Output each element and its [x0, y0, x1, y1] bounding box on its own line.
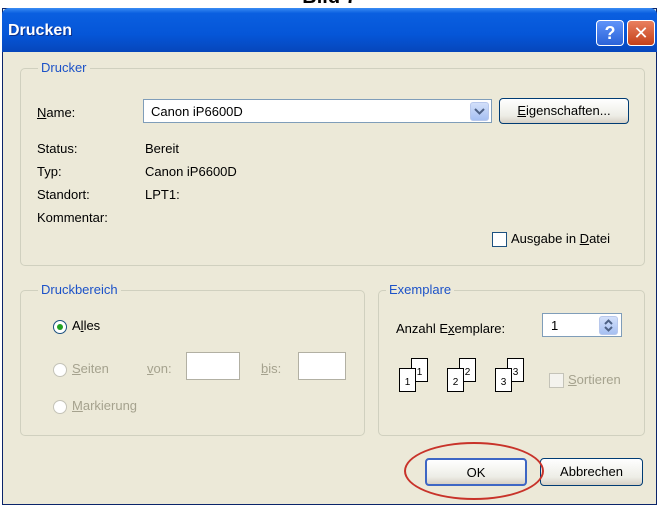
copies-legend: Exemplare	[386, 282, 455, 297]
spinner-updown-icon	[604, 319, 613, 332]
collate-page-front: 1	[399, 368, 416, 392]
copies-count-spinner[interactable]: 1	[542, 313, 622, 337]
radio-all-label: Alles	[72, 318, 101, 333]
close-button[interactable]: ✕	[627, 20, 655, 46]
radio-selected-dot	[57, 324, 63, 330]
radio-selection[interactable]	[53, 400, 67, 414]
to-label: bis:	[261, 361, 282, 376]
radio-all[interactable]	[53, 320, 67, 334]
status-value: Bereit	[145, 141, 179, 156]
chevron-down-icon	[474, 108, 485, 115]
printer-name-value: Canon iP6600D	[151, 104, 243, 119]
spinner-arrows[interactable]	[599, 316, 618, 335]
printer-name-dropdown[interactable]: Canon iP6600D	[143, 99, 492, 123]
type-label: Typ:	[37, 164, 62, 179]
collate-label: Sortieren	[568, 372, 621, 387]
radio-pages[interactable]	[53, 363, 67, 377]
from-page-input[interactable]	[186, 352, 240, 380]
location-value: LPT1:	[145, 187, 180, 202]
printer-name-label: Name:	[37, 105, 76, 120]
location-label: Standort:	[37, 187, 90, 202]
copies-count-label: Anzahl Exemplare:	[396, 321, 506, 336]
properties-button[interactable]: Eigenschaften...	[499, 98, 629, 124]
copies-count-value: 1	[551, 318, 559, 333]
dialog-title: Drucken	[8, 22, 73, 39]
print-to-file-checkbox[interactable]	[492, 232, 507, 247]
status-label: Status:	[37, 141, 78, 156]
type-value: Canon iP6600D	[145, 164, 237, 179]
ok-highlight-ellipse	[404, 442, 544, 500]
radio-pages-label: Seiten	[72, 361, 109, 376]
close-icon: ✕	[633, 23, 649, 43]
radio-selection-label: Markierung	[72, 398, 138, 413]
dropdown-arrow[interactable]	[470, 102, 489, 121]
collate-page-front: 2	[447, 368, 464, 392]
printer-group-legend: Drucker	[38, 60, 90, 75]
collate-checkbox[interactable]	[549, 373, 564, 388]
help-button[interactable]: ?	[596, 20, 624, 46]
collate-illustration-icon: 1 1 2 2 3 3	[395, 358, 555, 398]
print-to-file-label: Ausgabe in Datei	[511, 231, 611, 246]
from-label: von:	[147, 361, 172, 376]
title-bar[interactable]	[2, 8, 657, 52]
cancel-button[interactable]: Abbrechen	[540, 458, 643, 486]
help-icon: ?	[604, 23, 616, 43]
to-page-input[interactable]	[298, 352, 346, 380]
comment-label: Kommentar:	[37, 210, 108, 225]
collate-page-front: 3	[495, 368, 512, 392]
print-range-legend: Druckbereich	[38, 282, 121, 297]
